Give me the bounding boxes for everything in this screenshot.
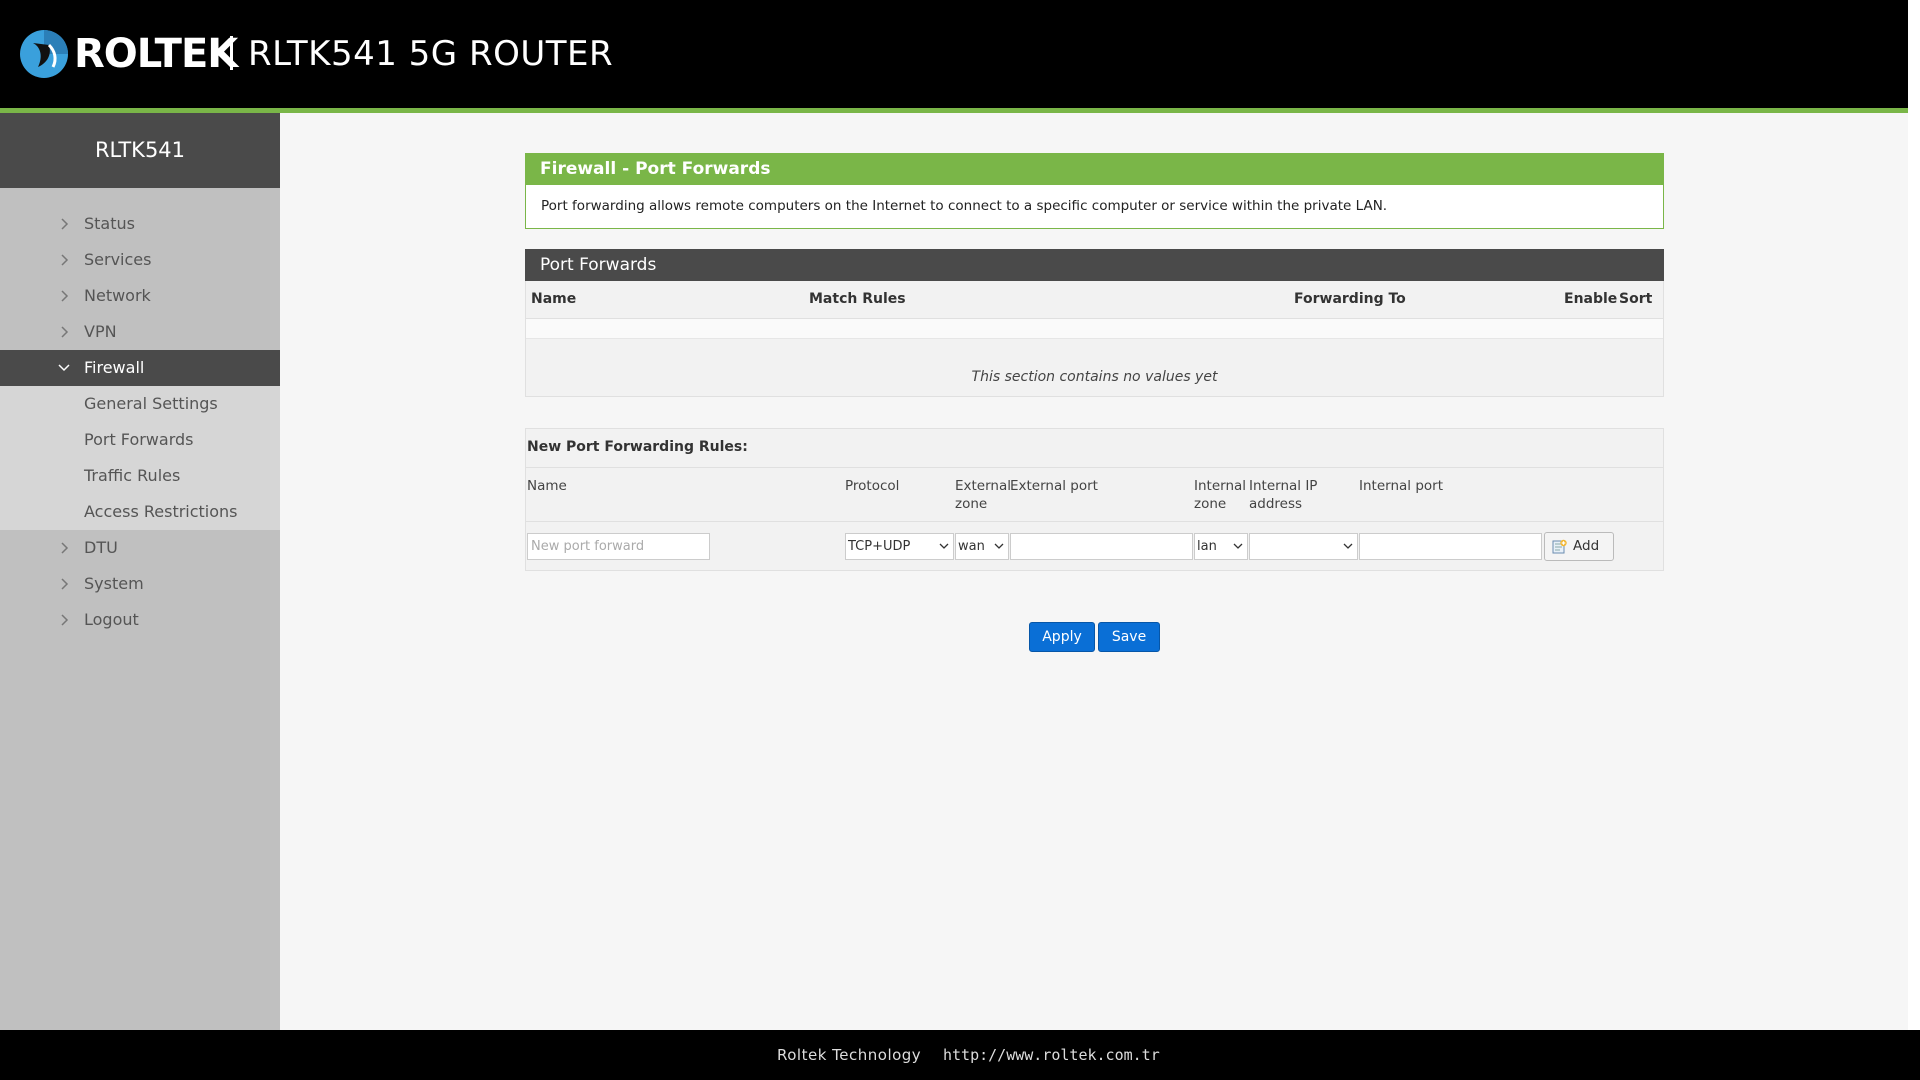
port-forwards-table: Name Match Rules Forwarding To Enable So… (525, 281, 1664, 397)
port-forwards-section-title: Port Forwards (525, 249, 1664, 281)
label-internal-zone-line1: Internal (1194, 478, 1247, 494)
sidebar-item-label: Firewall (84, 358, 145, 377)
sidebar-item-label: Status (84, 214, 135, 233)
sidebar-subitem-access-restrictions[interactable]: Access Restrictions (0, 494, 280, 530)
internal-zone-value: lan (1197, 539, 1217, 554)
footer: Roltek Technology http://www.roltek.com.… (0, 1030, 1920, 1080)
sidebar-item-services[interactable]: Services (0, 242, 280, 278)
label-external-port: External port (1010, 478, 1098, 494)
right-edge (1908, 0, 1920, 1030)
column-header-sort: Sort (1619, 291, 1653, 307)
sidebar-item-label: Logout (84, 610, 139, 629)
label-internal-ip: Internal IP address (1249, 477, 1317, 513)
table-spacer (526, 319, 1663, 339)
header-accent-bar (0, 108, 1908, 113)
column-header-match-rules: Match Rules (809, 291, 906, 307)
name-input[interactable]: New port forward (527, 533, 710, 560)
chevron-down-icon (994, 543, 1004, 549)
external-zone-value: wan (958, 539, 985, 554)
external-port-input[interactable] (1010, 533, 1193, 560)
sidebar-subitem-traffic-rules[interactable]: Traffic Rules (0, 458, 280, 494)
chevron-right-icon (60, 530, 72, 566)
sidebar-item-label: DTU (84, 538, 118, 557)
table-header: Name Match Rules Forwarding To Enable So… (526, 281, 1663, 319)
label-external-zone-line2: zone (955, 496, 988, 512)
chevron-right-icon (60, 566, 72, 602)
protocol-value: TCP+UDP (848, 539, 911, 554)
sidebar-item-label: System (84, 574, 144, 593)
label-name: Name (527, 478, 567, 494)
sidebar-item-system[interactable]: System (0, 566, 280, 602)
chevron-right-icon (60, 278, 72, 314)
sidebar-item-status[interactable]: Status (0, 206, 280, 242)
sidebar-item-label: Network (84, 286, 151, 305)
label-internal-ip-line1: Internal IP (1249, 478, 1318, 494)
label-external-zone: External zone (955, 477, 1011, 513)
save-button[interactable]: Save (1098, 622, 1160, 652)
sidebar-item-label: Services (84, 250, 152, 269)
empty-table-message: This section contains no values yet (971, 369, 1218, 385)
chevron-right-icon (60, 242, 72, 278)
divider (526, 521, 1663, 522)
brand-separator (230, 36, 233, 70)
page-description: Port forwarding allows remote computers … (525, 185, 1664, 229)
label-external-zone-line1: External (955, 478, 1012, 494)
protocol-select[interactable]: TCP+UDP (845, 533, 954, 560)
label-internal-port: Internal port (1359, 478, 1443, 494)
chevron-down-icon (1233, 543, 1243, 549)
column-header-enable: Enable (1564, 291, 1618, 307)
column-header-forwarding-to: Forwarding To (1294, 291, 1406, 307)
sidebar-item-label: VPN (84, 322, 117, 341)
sidebar-item-logout[interactable]: Logout (0, 602, 280, 638)
apply-button[interactable]: Apply (1029, 622, 1095, 652)
sidebar-subitem-general-settings[interactable]: General Settings (0, 386, 280, 422)
chevron-down-icon (939, 543, 949, 549)
firewall-submenu: General Settings Port Forwards Traffic R… (0, 386, 280, 530)
internal-zone-select[interactable]: lan (1194, 533, 1248, 560)
device-name: RLTK541 (0, 113, 280, 188)
sidebar-item-firewall[interactable]: Firewall (0, 350, 280, 386)
roltek-logo-icon (20, 30, 68, 78)
label-internal-zone: Internal zone (1194, 477, 1246, 513)
sidebar-subitem-port-forwards[interactable]: Port Forwards (0, 422, 280, 458)
model-title: RLTK541 5G ROUTER (248, 34, 614, 74)
sidebar-nav: Status Services Network VPN Firewall Gen… (0, 206, 280, 638)
footer-url-link[interactable]: http://www.roltek.com.tr (943, 1030, 1160, 1080)
footer-company: Roltek Technology (777, 1046, 922, 1064)
add-document-icon (1552, 539, 1567, 554)
chevron-down-icon (1343, 543, 1353, 549)
sidebar-item-network[interactable]: Network (0, 278, 280, 314)
internal-port-input[interactable] (1359, 533, 1542, 560)
label-internal-ip-line2: address (1249, 496, 1303, 512)
new-port-forward-form: New Port Forwarding Rules: Name Protocol… (525, 428, 1664, 571)
chevron-right-icon (60, 206, 72, 242)
label-internal-zone-line2: zone (1194, 496, 1227, 512)
sidebar-item-dtu[interactable]: DTU (0, 530, 280, 566)
sidebar: RLTK541 Status Services Network VPN Fire… (0, 113, 280, 1030)
header: ROLTEK RLTK541 5G ROUTER (0, 0, 1908, 108)
page-title: Firewall - Port Forwards (525, 153, 1664, 185)
label-protocol: Protocol (845, 478, 900, 494)
column-header-name: Name (531, 291, 577, 307)
new-rules-title: New Port Forwarding Rules: (527, 439, 748, 455)
sidebar-item-vpn[interactable]: VPN (0, 314, 280, 350)
external-zone-select[interactable]: wan (955, 533, 1009, 560)
divider (526, 467, 1663, 468)
chevron-right-icon (60, 314, 72, 350)
chevron-right-icon (60, 602, 72, 638)
add-button[interactable]: Add (1544, 532, 1614, 561)
add-button-label: Add (1573, 538, 1600, 554)
chevron-down-icon (58, 350, 72, 386)
brand-name: ROLTEK (74, 31, 238, 77)
internal-ip-select[interactable] (1249, 533, 1358, 560)
